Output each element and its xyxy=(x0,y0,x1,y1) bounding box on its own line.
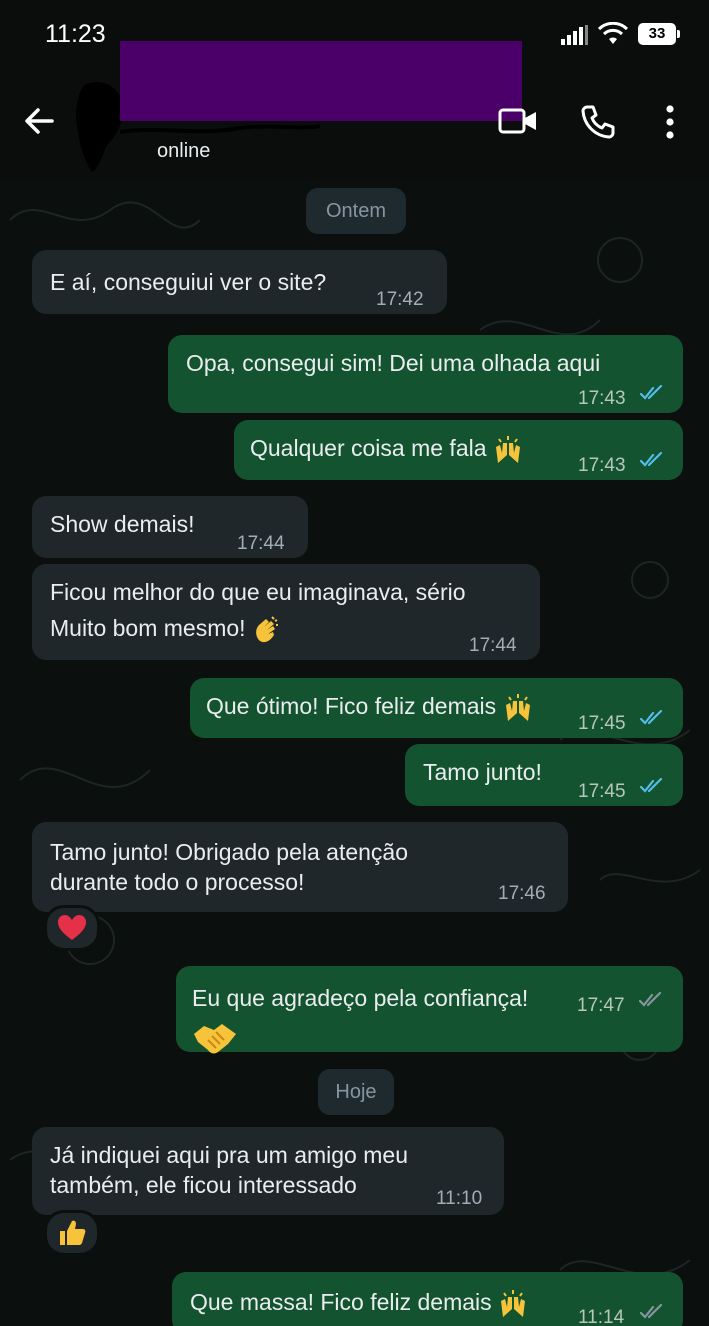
delivered-ticks-icon xyxy=(640,1304,663,1319)
message-time: 17:45 xyxy=(578,781,626,802)
message-text: Que massa! Fico feliz demais xyxy=(190,1289,492,1315)
redaction-scribble xyxy=(120,124,320,134)
message-incoming[interactable]: Já indiquei aqui pra um amigo meu também… xyxy=(32,1127,504,1215)
raised-hands-emoji xyxy=(505,693,530,721)
signal-icon xyxy=(561,25,588,45)
handshake-emoji xyxy=(194,1024,236,1054)
message-text: Eu que agradeço pela confiança! xyxy=(192,985,529,1011)
message-time: 17:44 xyxy=(237,533,285,554)
message-outgoing[interactable]: Opa, consegui sim! Dei uma olhada aqui 1… xyxy=(168,335,683,413)
message-content: Que ótimo! Fico feliz demais xyxy=(206,688,533,724)
message-content: Que massa! Fico feliz demais xyxy=(190,1284,528,1320)
message-incoming[interactable]: Ficou melhor do que eu imaginava, sério … xyxy=(32,564,540,660)
message-text: Show demais! xyxy=(50,511,195,537)
read-ticks-icon xyxy=(640,710,663,725)
back-arrow-icon[interactable] xyxy=(22,104,56,138)
message-text-line: também, ele ficou interessado xyxy=(50,1172,357,1198)
message-time: 17:44 xyxy=(469,635,517,656)
message-outgoing[interactable]: Que massa! Fico feliz demais 11:14 xyxy=(172,1272,683,1326)
battery-icon: 33 xyxy=(638,23,682,45)
message-incoming[interactable]: E aí, conseguiui ver o site? 17:42 xyxy=(32,250,447,314)
status-time: 11:23 xyxy=(45,20,106,48)
message-outgoing[interactable]: Que ótimo! Fico feliz demais 17:45 xyxy=(190,678,683,738)
battery-level: 33 xyxy=(638,23,676,45)
chat-header: online xyxy=(0,41,709,180)
read-ticks-icon xyxy=(640,778,663,793)
wifi-icon xyxy=(597,22,629,44)
message-incoming[interactable]: Tamo junto! Obrigado pela atenção durant… xyxy=(32,822,568,912)
message-time: 17:42 xyxy=(376,289,424,310)
message-time: 11:10 xyxy=(436,1188,483,1209)
video-call-icon[interactable] xyxy=(498,106,538,136)
read-ticks-icon xyxy=(640,452,663,467)
message-time: 17:46 xyxy=(498,883,546,904)
message-text: Que ótimo! Fico feliz demais xyxy=(206,693,497,719)
message-time: 17:43 xyxy=(578,388,626,409)
message-content: Muito bom mesmo! xyxy=(50,610,282,646)
phone-icon[interactable] xyxy=(580,104,616,140)
message-text: E aí, conseguiui ver o site? xyxy=(50,269,327,295)
date-divider: Ontem xyxy=(306,188,406,234)
more-options-icon[interactable] xyxy=(660,104,680,140)
message-reaction[interactable] xyxy=(44,905,100,951)
thumbs-up-emoji xyxy=(60,1220,86,1245)
message-outgoing[interactable]: Tamo junto! 17:45 xyxy=(405,744,683,806)
message-reaction[interactable] xyxy=(44,1210,100,1256)
clapping-hands-emoji xyxy=(256,616,278,643)
message-text-line: Muito bom mesmo! xyxy=(50,615,246,641)
message-text: Tamo junto! xyxy=(423,759,542,785)
message-outgoing[interactable]: Qualquer coisa me fala 17:43 xyxy=(234,420,683,480)
contact-status: online xyxy=(157,140,211,162)
message-time: 17:47 xyxy=(577,995,625,1016)
message-time: 11:14 xyxy=(578,1307,625,1326)
raised-hands-emoji xyxy=(495,435,520,463)
message-content: Qualquer coisa me fala xyxy=(250,430,523,466)
redacted-contact-name xyxy=(120,41,522,121)
message-text: Qualquer coisa me fala xyxy=(250,435,487,461)
message-incoming[interactable]: Show demais! 17:44 xyxy=(32,496,308,558)
message-outgoing[interactable]: Eu que agradeço pela confiança! 17:47 xyxy=(176,966,683,1054)
message-text-line: durante todo o processo! xyxy=(50,869,305,895)
raised-hands-emoji xyxy=(501,1289,526,1317)
chat-area: Ontem E aí, conseguiui ver o site? 17:42… xyxy=(0,180,709,1326)
red-heart-emoji xyxy=(58,915,86,940)
date-divider: Hoje xyxy=(318,1069,394,1115)
message-text-line: Ficou melhor do que eu imaginava, sério xyxy=(50,579,466,605)
delivered-ticks-icon xyxy=(639,992,662,1007)
message-time: 17:45 xyxy=(578,713,626,734)
message-text: Opa, consegui sim! Dei uma olhada aqui xyxy=(186,350,601,376)
read-ticks-icon xyxy=(640,385,663,400)
message-time: 17:43 xyxy=(578,455,626,476)
